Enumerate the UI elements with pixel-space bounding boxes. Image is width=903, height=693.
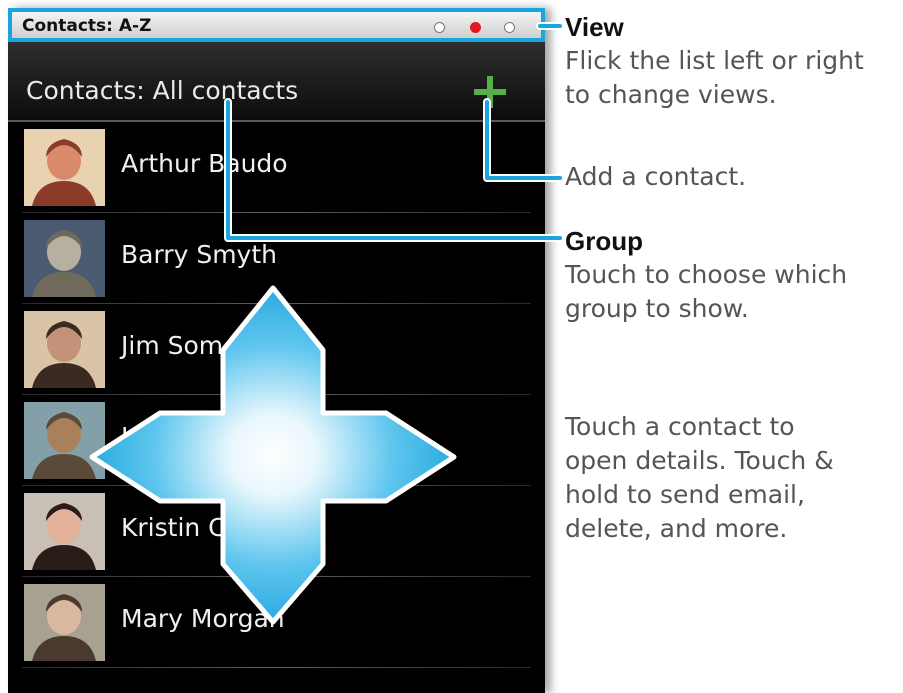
group-selector[interactable]: Contacts: All contacts: [26, 76, 298, 105]
add-annotation: Add a contact.: [565, 160, 746, 194]
view-dot-3: [504, 22, 515, 33]
contact-annotation-line-3: hold to send email,: [565, 480, 805, 509]
contact-name: Barry Smyth: [121, 240, 277, 269]
group-annotation: Group Touch to choose which group to sho…: [565, 224, 847, 326]
view-dot-2-active: [470, 22, 481, 33]
contact-annotation-line-4: delete, and more.: [565, 514, 788, 543]
view-annotation-title: View: [565, 12, 624, 42]
contact-annotation-line-2: open details. Touch &: [565, 446, 834, 475]
view-annotation-line-2: to change views.: [565, 80, 777, 109]
group-annotation-line-1: Touch to choose which: [565, 260, 848, 289]
add-annotation-line-1: Add a contact.: [565, 162, 747, 191]
view-annotation-line-1: Flick the list left or right: [565, 46, 864, 75]
view-bar[interactable]: Contacts: A-Z: [8, 8, 545, 42]
four-way-arrow-icon: [89, 285, 457, 625]
contact-name: Arthur Baudo: [121, 149, 288, 178]
view-title: Contacts: A-Z: [22, 16, 152, 36]
plus-icon[interactable]: [470, 72, 510, 112]
group-annotation-title: Group: [565, 226, 643, 256]
contact-annotation-line-1: Touch a contact to: [565, 412, 795, 441]
row-divider: [22, 667, 531, 668]
contact-row[interactable]: Arthur Baudo: [8, 122, 545, 213]
contact-photo-icon: [24, 129, 105, 206]
view-annotation: View Flick the list left or right to cha…: [565, 10, 864, 112]
view-dot-1: [434, 22, 445, 33]
group-header[interactable]: Contacts: All contacts: [8, 42, 545, 122]
group-annotation-line-2: group to show.: [565, 294, 749, 323]
contact-annotation: Touch a contact to open details. Touch &…: [565, 410, 834, 546]
